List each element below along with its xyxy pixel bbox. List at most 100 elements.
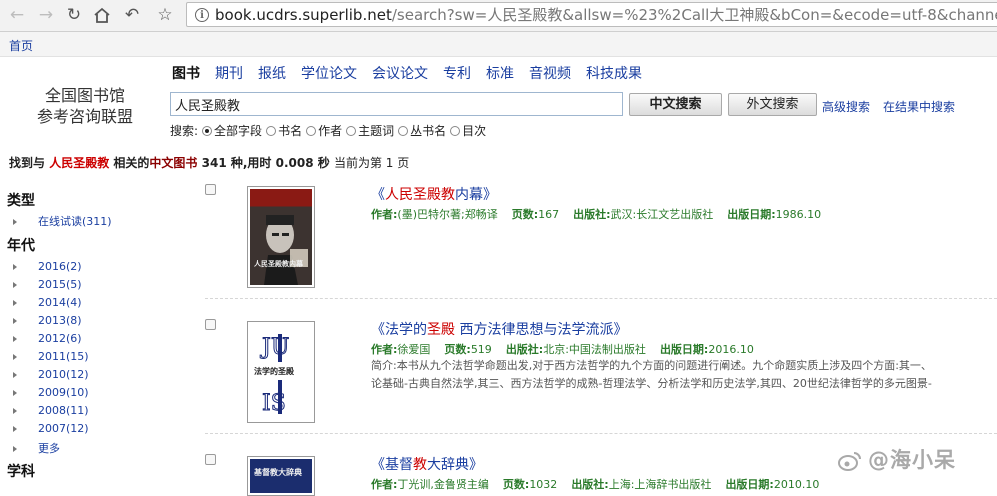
summary-sec: 秒 xyxy=(317,156,330,170)
subject-heading: 学科 xyxy=(7,464,35,480)
expand-arrow-icon xyxy=(13,318,17,324)
sidebar-item-label: 在线试读(311) xyxy=(38,215,112,228)
sidebar-item-label: 2013(8) xyxy=(38,314,82,327)
publisher-value: 武汉:长江文艺出版社 xyxy=(610,208,714,221)
sidebar-item-label: 2007(12) xyxy=(38,422,89,435)
book-cover[interactable]: 基督教大辞典 xyxy=(247,456,315,496)
channel-tabs: 图书 期刊 报纸 学位论文 会议论文 专利 标准 音视频 科技成果 xyxy=(172,63,657,83)
sidebar-item-label: 2012(6) xyxy=(38,332,82,345)
sidebar-item-year[interactable]: 2013(8) xyxy=(13,314,82,327)
tab-audio-video[interactable]: 音视频 xyxy=(529,63,571,83)
search-input[interactable] xyxy=(170,92,623,116)
tab-theses[interactable]: 学位论文 xyxy=(301,63,357,83)
result-divider xyxy=(205,433,997,434)
sidebar-item-year[interactable]: 2014(4) xyxy=(13,296,82,309)
type-heading: 类型 xyxy=(7,193,35,209)
undo-icon[interactable]: ↶ xyxy=(121,5,143,25)
sidebar-item-year[interactable]: 2009(10) xyxy=(13,386,89,399)
search-within-results-link[interactable]: 在结果中搜索 xyxy=(883,98,955,115)
search-field-options: 搜索: 全部字段 书名 作者 主题词 丛书名 目次 xyxy=(170,122,486,139)
author-label: 作者: xyxy=(371,343,398,356)
title-part: 西方法律思想与法学流派》 xyxy=(455,322,628,338)
title-part: 内幕》 xyxy=(455,187,497,203)
home-link[interactable]: 首页 xyxy=(9,37,33,54)
address-path: /search?sw=人民圣殿教&allsw=%23%2Call大卫神殿&bCo… xyxy=(391,6,997,24)
publisher-label: 出版社: xyxy=(571,478,609,491)
expand-arrow-icon xyxy=(13,408,17,414)
result-title-link[interactable]: 《法学的圣殿 西方法律思想与法学流派》 xyxy=(371,319,627,339)
date-label: 出版日期: xyxy=(727,208,776,221)
tab-conference-papers[interactable]: 会议论文 xyxy=(372,63,428,83)
radio-subject[interactable] xyxy=(346,125,357,136)
sidebar-item-year[interactable]: 2011(15) xyxy=(13,350,89,363)
radio-author[interactable] xyxy=(306,125,317,136)
summary-category: 中文图书 xyxy=(149,156,198,170)
book-cover[interactable]: 人民圣殿教内幕 xyxy=(247,186,315,288)
pages-value: 519 xyxy=(470,343,492,356)
advanced-search-link[interactable]: 高级搜索 xyxy=(822,98,870,115)
radio-series[interactable] xyxy=(398,125,409,136)
sidebar-item-label: 更多 xyxy=(38,442,60,455)
result-title-link[interactable]: 《人民圣殿教内幕》 xyxy=(371,184,497,204)
sidebar-item-online-preview[interactable]: 在线试读(311) xyxy=(13,213,112,229)
expand-arrow-icon xyxy=(13,300,17,306)
expand-arrow-icon xyxy=(13,264,17,270)
tab-books[interactable]: 图书 xyxy=(172,63,200,83)
radio-contents[interactable] xyxy=(450,125,461,136)
reload-icon[interactable]: ↻ xyxy=(63,5,85,25)
weibo-watermark: @海小呆 xyxy=(838,444,956,474)
expand-arrow-icon xyxy=(13,219,17,225)
foreign-search-button[interactable]: 外文搜索 xyxy=(728,93,817,116)
author-value: (墨)巴特尔著;郑畅译 xyxy=(397,208,498,221)
expand-arrow-icon xyxy=(13,354,17,360)
expand-arrow-icon xyxy=(13,446,17,452)
sidebar-item-year[interactable]: 2010(12) xyxy=(13,368,89,381)
browser-toolbar: ← → ↻ ↶ ☆ i book.ucdrs.superlib.net/sear… xyxy=(0,0,997,32)
site-info-icon[interactable]: i xyxy=(195,7,209,22)
tab-tech-results[interactable]: 科技成果 xyxy=(586,63,642,83)
logo-line2: 参考咨询联盟 xyxy=(36,107,133,126)
sidebar-item-label: 2016(2) xyxy=(38,260,82,273)
sidebar-item-year[interactable]: 2012(6) xyxy=(13,332,82,345)
field-label: 书名 xyxy=(278,124,303,138)
title-highlight: 圣殿 xyxy=(427,322,455,338)
result-checkbox[interactable] xyxy=(205,454,216,465)
tab-newspapers[interactable]: 报纸 xyxy=(258,63,286,83)
sidebar-item-year[interactable]: 2008(11) xyxy=(13,404,89,417)
publisher-label: 出版社: xyxy=(505,343,544,356)
result-checkbox[interactable] xyxy=(205,319,216,330)
radio-all-fields[interactable] xyxy=(202,125,213,136)
result-title-link[interactable]: 《基督教大辞典》 xyxy=(371,454,483,474)
sidebar-item-label: 2009(10) xyxy=(38,386,89,399)
title-part: 《法学的 xyxy=(371,322,427,338)
tab-patents[interactable]: 专利 xyxy=(443,63,471,83)
sidebar-item-year[interactable]: 2015(5) xyxy=(13,278,82,291)
chinese-search-button[interactable]: 中文搜索 xyxy=(629,93,722,116)
tab-journals[interactable]: 期刊 xyxy=(215,63,243,83)
sidebar-item-year[interactable]: 2007(12) xyxy=(13,422,89,435)
field-label: 作者 xyxy=(318,124,343,138)
back-icon[interactable]: ← xyxy=(6,5,28,25)
summary-page: 当前为第 1 页 xyxy=(333,156,410,170)
result-divider xyxy=(205,298,997,299)
weibo-logo-icon xyxy=(838,452,861,471)
home-icon[interactable] xyxy=(91,5,113,25)
tab-standards[interactable]: 标准 xyxy=(486,63,514,83)
top-strip: 首页 xyxy=(0,32,997,57)
address-bar[interactable]: i book.ucdrs.superlib.net/search?sw=人民圣殿… xyxy=(186,2,997,27)
title-part: 《基督 xyxy=(371,457,413,473)
result-checkbox[interactable] xyxy=(205,184,216,195)
cover-portrait-image xyxy=(264,215,308,285)
summary-time-label: 种,用时 xyxy=(230,156,272,170)
fields-label: 搜索: xyxy=(170,124,199,138)
forward-icon[interactable]: → xyxy=(35,5,57,25)
sidebar-item-year[interactable]: 2016(2) xyxy=(13,260,82,273)
bookmark-star-icon[interactable]: ☆ xyxy=(154,5,176,25)
cover-title-text: 人民圣殿教内幕 xyxy=(254,260,303,268)
field-label: 丛书名 xyxy=(410,124,447,138)
book-cover[interactable]: JU IS 法学的圣殿 xyxy=(247,321,315,423)
sidebar-item-more[interactable]: 更多 xyxy=(13,440,60,456)
summary-count: 341 xyxy=(201,156,227,170)
site-logo[interactable]: 全国图书馆 参考咨询联盟 xyxy=(26,85,144,127)
radio-title[interactable] xyxy=(266,125,277,136)
